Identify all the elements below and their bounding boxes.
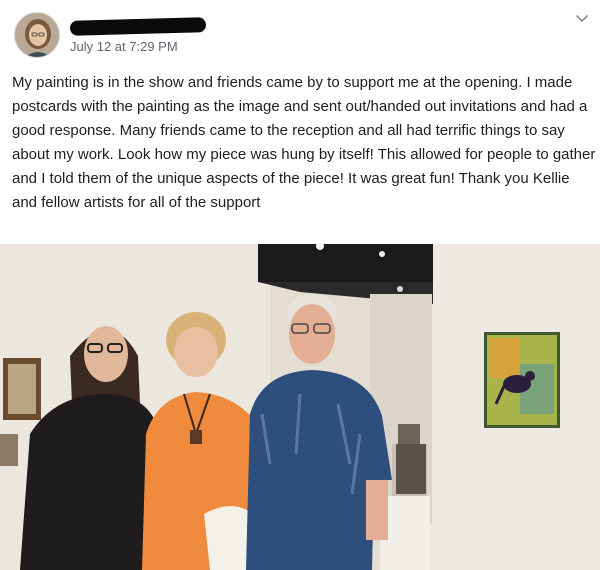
post-timestamp[interactable]: July 12 at 7:29 PM xyxy=(70,39,178,54)
post-header: July 12 at 7:29 PM xyxy=(0,0,600,60)
facebook-post: July 12 at 7:29 PM My painting is in the… xyxy=(0,0,600,570)
post-body-text: My painting is in the show and friends c… xyxy=(12,74,596,211)
author-avatar[interactable] xyxy=(14,12,60,58)
gallery-ceiling xyxy=(258,244,433,282)
avatar-portrait xyxy=(15,13,59,57)
chevron-down-icon[interactable] xyxy=(574,10,590,26)
gallery-photo xyxy=(0,244,600,570)
author-name-redacted[interactable] xyxy=(69,17,207,36)
featured-painting xyxy=(484,332,560,428)
post-photo[interactable] xyxy=(0,244,600,570)
